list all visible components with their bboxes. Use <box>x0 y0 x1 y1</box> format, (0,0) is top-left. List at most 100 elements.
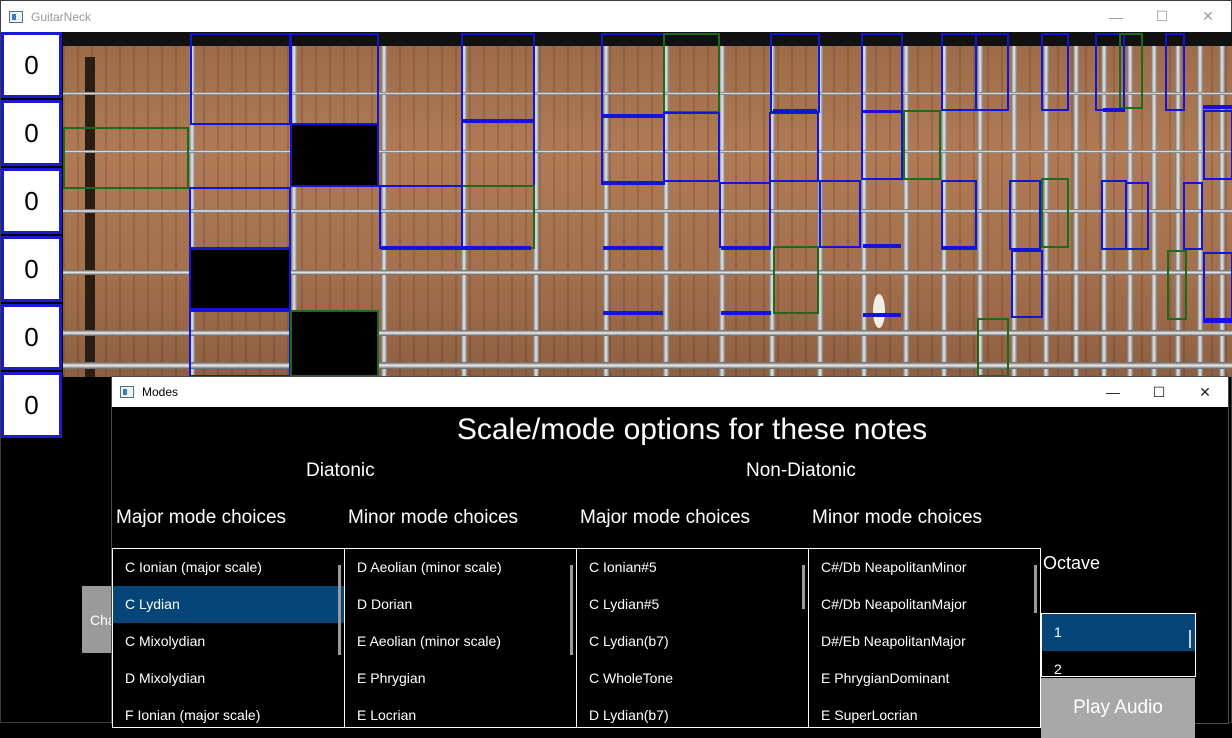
note-marker[interactable] <box>290 33 379 125</box>
play-audio-button[interactable]: Play Audio <box>1041 678 1195 738</box>
note-marker[interactable] <box>861 110 903 180</box>
note-marker-root[interactable] <box>977 318 1009 377</box>
list-item[interactable]: D Dorian <box>345 586 576 623</box>
note-marker[interactable] <box>190 33 291 125</box>
note-marker[interactable] <box>941 180 977 250</box>
list-item[interactable]: D Aeolian (minor scale) <box>345 549 576 586</box>
modes-minimize-button[interactable]: — <box>1090 377 1136 407</box>
modes-maximize-button[interactable]: ☐ <box>1136 377 1182 407</box>
note-indicator-line <box>721 311 771 315</box>
note-marker-root[interactable] <box>461 185 535 249</box>
list-item-selected[interactable]: C Lydian <box>113 586 344 623</box>
note-marker[interactable] <box>770 33 820 113</box>
muted-fret-cell[interactable] <box>290 123 379 187</box>
note-marker[interactable] <box>189 187 291 249</box>
note-marker[interactable] <box>461 33 535 187</box>
note-marker[interactable] <box>1011 250 1043 318</box>
note-marker[interactable] <box>1009 180 1041 250</box>
note-marker[interactable] <box>1101 180 1127 250</box>
minimize-button[interactable]: — <box>1093 1 1139 32</box>
note-marker[interactable] <box>1165 33 1185 111</box>
non-diatonic-minor-list[interactable]: C#/Db NeapolitanMinor C#/Db NeapolitanMa… <box>808 548 1041 728</box>
note-marker-root[interactable] <box>773 246 819 314</box>
fretboard-image[interactable] <box>63 32 1232 377</box>
note-marker[interactable] <box>941 33 977 111</box>
string-counter-4[interactable]: 0 <box>1 236 62 302</box>
non-diatonic-major-list[interactable]: C Ionian#5 C Lydian#5 C Lydian(b7) C Who… <box>576 548 809 728</box>
note-indicator-line <box>1203 105 1232 109</box>
list-item[interactable]: C Ionian (major scale) <box>113 549 344 586</box>
list-item[interactable]: D Mixolydian <box>113 660 344 697</box>
list-item[interactable]: E Aeolian (minor scale) <box>345 623 576 660</box>
note-marker[interactable] <box>975 33 1009 111</box>
list-item[interactable]: C WholeTone <box>577 660 808 697</box>
list-item[interactable]: C Lydian#5 <box>577 586 808 623</box>
list-item[interactable]: C Mixolydian <box>113 623 344 660</box>
list-item[interactable]: C#/Db NeapolitanMinor <box>809 549 1040 586</box>
app-window-icon <box>9 10 23 23</box>
string-counter-1[interactable]: 0 <box>1 32 62 98</box>
list-scrollbar[interactable] <box>1034 565 1037 613</box>
close-button[interactable]: ✕ <box>1185 1 1231 32</box>
list-item[interactable]: E SuperLocrian <box>809 697 1040 727</box>
note-marker[interactable] <box>663 112 720 182</box>
note-marker[interactable] <box>719 182 771 248</box>
list-scrollbar[interactable] <box>338 565 341 655</box>
list-item[interactable]: D Lydian(b7) <box>577 697 808 727</box>
note-marker[interactable] <box>819 180 861 248</box>
list-item[interactable]: D#/Eb NeapolitanMajor <box>809 623 1040 660</box>
modes-close-button[interactable]: ✕ <box>1182 377 1228 407</box>
change-button-partial[interactable]: Cha <box>82 586 112 653</box>
string-counter-2[interactable]: 0 <box>1 100 62 166</box>
list-scrollbar[interactable] <box>570 565 573 655</box>
main-title-bar[interactable]: GuitarNeck — ☐ ✕ <box>1 1 1231 32</box>
muted-fret-cell[interactable] <box>189 248 291 310</box>
list-item[interactable]: C Lydian(b7) <box>577 623 808 660</box>
string-counter-6[interactable]: 0 <box>1 372 62 438</box>
octave-option-selected[interactable]: 1 <box>1042 614 1195 651</box>
fret-inlay-dot <box>873 294 885 328</box>
note-marker[interactable] <box>601 33 665 185</box>
note-marker-root[interactable] <box>1041 178 1069 248</box>
diatonic-major-list[interactable]: C Ionian (major scale) C Lydian C Mixoly… <box>112 548 345 728</box>
note-marker[interactable] <box>861 33 903 113</box>
non-diatonic-minor-header: Minor mode choices <box>812 507 983 528</box>
list-item[interactable]: E Phrygian <box>345 660 576 697</box>
guitar-neck-window: GuitarNeck — ☐ ✕ 0 0 0 0 0 0 Cha Modes —… <box>0 0 1232 738</box>
note-marker[interactable] <box>1125 182 1149 250</box>
list-item[interactable]: C Ionian#5 <box>577 549 808 586</box>
note-marker-root[interactable] <box>1119 33 1143 109</box>
note-marker[interactable] <box>769 112 819 182</box>
nut <box>85 57 95 377</box>
modes-window-icon <box>120 386 134 398</box>
list-item[interactable]: F Ionian (major scale) <box>113 697 344 727</box>
note-indicator-line <box>863 244 901 248</box>
list-scrollbar[interactable] <box>802 565 805 609</box>
diatonic-minor-list[interactable]: D Aeolian (minor scale) D Dorian E Aeoli… <box>344 548 577 728</box>
note-marker-root[interactable] <box>663 33 720 113</box>
octave-scrollbar[interactable] <box>1189 630 1191 648</box>
octave-option[interactable]: 2 <box>1042 651 1195 676</box>
list-item[interactable]: C#/Db NeapolitanMajor <box>809 586 1040 623</box>
note-marker[interactable] <box>1041 33 1069 111</box>
note-indicator-line <box>773 109 817 113</box>
note-marker[interactable] <box>379 185 463 249</box>
note-marker-root[interactable] <box>903 110 941 180</box>
note-marker[interactable] <box>189 310 291 377</box>
string-counter-5[interactable]: 0 <box>1 304 62 370</box>
non-diatonic-label: Non-Diatonic <box>746 460 856 481</box>
octave-list[interactable]: 1 2 <box>1041 613 1196 677</box>
note-indicator-line <box>381 246 531 250</box>
string-counter-3[interactable]: 0 <box>1 168 62 234</box>
note-marker-root[interactable] <box>1167 250 1187 320</box>
muted-fret-cell[interactable] <box>290 310 379 377</box>
note-marker-root[interactable] <box>63 127 189 189</box>
list-item[interactable]: E PhrygianDominant <box>809 660 1040 697</box>
list-item[interactable]: E Locrian <box>345 697 576 727</box>
modes-title-bar[interactable]: Modes — ☐ ✕ <box>112 377 1228 407</box>
note-marker[interactable] <box>1183 182 1203 250</box>
maximize-button[interactable]: ☐ <box>1139 1 1185 32</box>
diatonic-major-header: Major mode choices <box>116 507 287 528</box>
note-marker[interactable] <box>1203 252 1232 320</box>
note-marker[interactable] <box>1203 110 1232 180</box>
